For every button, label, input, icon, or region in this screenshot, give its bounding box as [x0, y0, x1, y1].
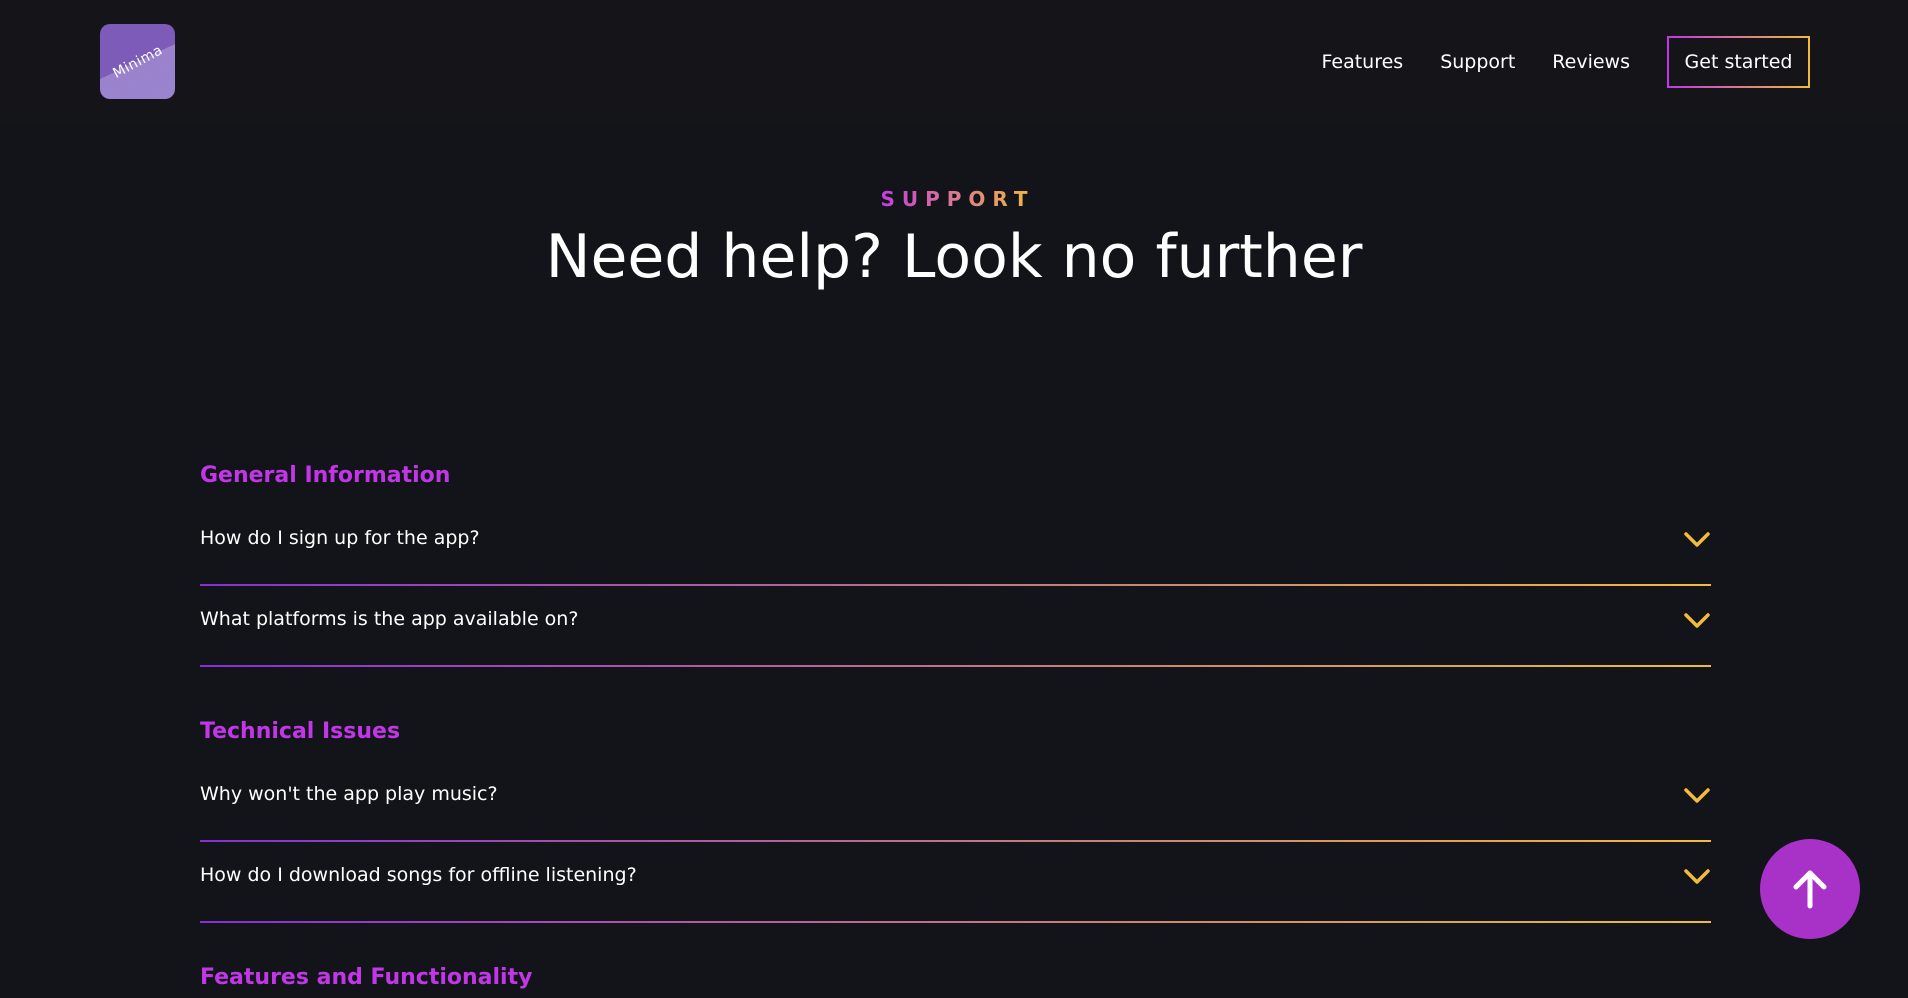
main-nav: Features Support Reviews Get started: [1321, 36, 1810, 88]
chevron-down-icon: [1684, 869, 1710, 884]
site-header: Minima Features Support Reviews Get star…: [0, 0, 1908, 122]
faq-item[interactable]: What platforms is the app available on?: [200, 586, 1711, 667]
faq-group-title: Features and Functionality: [200, 965, 533, 990]
get-started-button[interactable]: Get started: [1667, 36, 1810, 88]
faq-question: What platforms is the app available on?: [200, 608, 579, 630]
faq-group-general: General Information How do I sign up for…: [200, 456, 1711, 667]
faq-group-title: General Information: [200, 463, 451, 488]
arrow-up-icon: [1793, 870, 1827, 909]
logo[interactable]: Minima: [100, 24, 175, 99]
eyebrow-text: SUPPORT: [873, 187, 1034, 211]
page-title: Need help? Look no further: [545, 222, 1363, 292]
faq-item[interactable]: How do I download songs for offline list…: [200, 842, 1711, 923]
faq-question: How do I sign up for the app?: [200, 527, 480, 549]
section-eyebrow: SUPPORT: [0, 187, 1908, 211]
logo-text: Minima: [109, 41, 166, 82]
faq-group-title: Technical Issues: [200, 719, 401, 744]
nav-link-reviews[interactable]: Reviews: [1552, 51, 1630, 73]
faq-item[interactable]: Why won't the app play music?: [200, 761, 1711, 842]
faq-item[interactable]: How do I sign up for the app?: [200, 505, 1711, 586]
faq-group-features: Features and Functionality: [200, 958, 1711, 998]
nav-link-support[interactable]: Support: [1440, 51, 1515, 73]
chevron-down-icon: [1684, 532, 1710, 547]
chevron-down-icon: [1684, 613, 1710, 628]
nav-link-features[interactable]: Features: [1321, 51, 1403, 73]
faq-question: Why won't the app play music?: [200, 783, 498, 805]
faq-section: General Information How do I sign up for…: [200, 456, 1711, 998]
scroll-to-top-button[interactable]: [1760, 839, 1860, 939]
faq-question: How do I download songs for offline list…: [200, 864, 637, 886]
faq-group-technical: Technical Issues Why won't the app play …: [200, 712, 1711, 923]
chevron-down-icon: [1684, 788, 1710, 803]
